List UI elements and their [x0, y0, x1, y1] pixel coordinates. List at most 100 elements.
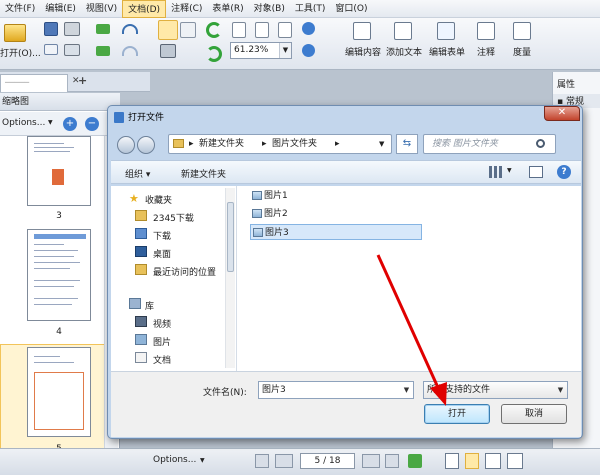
measure-button[interactable]: 度量	[508, 45, 536, 58]
navigation-pane: ★ 收藏夹 2345下载 下载 桌面 最近访问的位置 库 视频 图片 文档	[111, 186, 237, 371]
undo-icon[interactable]	[122, 24, 138, 34]
snapshot-icon[interactable]	[160, 44, 176, 58]
add-text-icon[interactable]	[394, 22, 412, 40]
cancel-button[interactable]: 取消	[501, 404, 567, 424]
zoom-in-thumb-icon[interactable]: +	[63, 117, 77, 131]
first-page-icon[interactable]	[255, 454, 269, 468]
open-file-dialog: 打开文件 ✕ ▸ 新建文件夹 ▸ 图片文件夹 ▸ ▼ ⇆ 搜索 图片文件夹 组织…	[107, 105, 583, 439]
chevron-down-icon[interactable]: ▼	[279, 43, 291, 58]
address-bar[interactable]: ▸ 新建文件夹 ▸ 图片文件夹 ▸ ▼	[168, 134, 392, 154]
zoom-out-thumb-icon[interactable]: −	[85, 117, 99, 131]
zoom-in-icon[interactable]	[302, 22, 315, 35]
nav-item-pictures[interactable]: 图片	[153, 335, 171, 348]
fit-page-icon[interactable]	[255, 22, 269, 38]
edit-form-icon[interactable]	[437, 22, 455, 40]
image-file-icon	[252, 209, 262, 218]
panel-options-chevron-icon[interactable]: ▼	[48, 119, 53, 126]
file-item-selected[interactable]: 图片3	[250, 224, 422, 240]
annotate-icon[interactable]	[477, 22, 495, 40]
nav-item-video[interactable]: 视频	[153, 317, 171, 330]
nav-item-desktop[interactable]: 桌面	[153, 247, 171, 260]
filetype-select[interactable]: 所有支持的文件 ▼	[423, 381, 568, 399]
annotate-button[interactable]: 注释	[472, 45, 500, 58]
open-button[interactable]: 打开	[424, 404, 490, 424]
prev-page-icon[interactable]	[275, 454, 293, 468]
next-page-icon[interactable]	[362, 454, 380, 468]
refresh-button[interactable]: ⇆	[396, 134, 418, 154]
measure-icon[interactable]	[513, 22, 531, 40]
menu-edit[interactable]: 编辑(E)	[40, 0, 81, 18]
nav-forward-button[interactable]	[137, 136, 155, 154]
panel-options-button[interactable]: Options...	[2, 118, 45, 128]
nav-scrollbar[interactable]	[225, 188, 235, 368]
hand-tool-icon[interactable]	[158, 20, 178, 40]
continuous-view-icon[interactable]	[465, 453, 479, 469]
file-item[interactable]: 图片1	[250, 188, 422, 204]
fit-width-icon[interactable]	[278, 22, 292, 38]
menu-file[interactable]: 文件(F)	[0, 0, 40, 18]
view-chevron-icon[interactable]: ▼	[507, 167, 512, 174]
scan-icon[interactable]	[64, 44, 80, 56]
open-button-label[interactable]: 打开(O)...	[0, 46, 41, 59]
nav-scrollbar-thumb[interactable]	[227, 202, 234, 272]
nav-item-2345download[interactable]: 2345下载	[153, 211, 194, 224]
redo-icon[interactable]	[122, 46, 138, 56]
menu-bar: 文件(F) 编辑(E) 视图(V) 文档(D) 注释(C) 表单(R) 对象(B…	[0, 0, 600, 18]
breadcrumb-item[interactable]: 新建文件夹	[199, 135, 244, 153]
page-thumbnail-4[interactable]	[27, 229, 91, 321]
save-icon[interactable]	[44, 22, 58, 36]
nav-back-button[interactable]	[117, 136, 135, 154]
new-folder-button[interactable]: 新建文件夹	[181, 167, 226, 180]
select-text-icon[interactable]	[180, 22, 196, 38]
rotate-left-icon[interactable]	[206, 46, 222, 62]
nav-favorites[interactable]: 收藏夹	[145, 193, 172, 206]
view-options-icon[interactable]	[489, 166, 503, 178]
preview-pane-icon[interactable]	[529, 166, 543, 178]
document-tab[interactable]: ─────	[0, 74, 68, 92]
menu-form[interactable]: 表单(R)	[207, 0, 248, 18]
close-button[interactable]: ✕	[544, 106, 580, 121]
print-icon[interactable]	[64, 22, 80, 36]
edit-form-button[interactable]: 编辑表单	[426, 45, 468, 58]
actual-size-icon[interactable]	[232, 22, 246, 38]
file-item[interactable]: 图片2	[250, 206, 422, 222]
back-arrow-icon[interactable]	[96, 24, 110, 34]
edit-content-icon[interactable]	[353, 22, 371, 40]
address-dropdown-icon[interactable]: ▼	[379, 135, 384, 153]
email-icon[interactable]	[44, 44, 58, 55]
add-tab-icon[interactable]: +	[78, 74, 87, 87]
zoom-out-icon[interactable]	[302, 44, 315, 57]
facing-view-icon[interactable]	[485, 453, 501, 469]
add-text-button[interactable]: 添加文本	[383, 45, 425, 58]
menu-tools[interactable]: 工具(T)	[290, 0, 331, 18]
edit-content-button[interactable]: 编辑内容	[342, 45, 384, 58]
last-page-icon[interactable]	[385, 454, 399, 468]
menu-document[interactable]: 文档(D)	[122, 0, 167, 18]
organize-menu[interactable]: 组织 ▾	[125, 167, 150, 180]
page-number-input[interactable]: 5 / 18	[300, 453, 355, 469]
filename-input[interactable]: 图片3 ▼	[258, 381, 414, 399]
nav-item-documents[interactable]: 文档	[153, 353, 171, 366]
bottom-options-button[interactable]: Options...	[153, 455, 196, 465]
chevron-down-icon[interactable]: ▼	[554, 382, 567, 398]
open-folder-icon[interactable]	[4, 24, 26, 42]
single-page-view-icon[interactable]	[445, 453, 459, 469]
nav-item-recent[interactable]: 最近访问的位置	[153, 265, 216, 278]
chevron-down-icon[interactable]: ▼	[400, 382, 413, 398]
menu-view[interactable]: 视图(V)	[81, 0, 122, 18]
page-thumbnail-3[interactable]	[27, 136, 91, 206]
help-icon[interactable]: ?	[557, 165, 571, 179]
nav-library[interactable]: 库	[145, 299, 154, 312]
bottom-options-chevron-icon[interactable]: ▼	[200, 457, 205, 464]
forward-arrow-icon[interactable]	[96, 46, 110, 56]
history-back-icon[interactable]	[408, 454, 422, 468]
continuous-facing-view-icon[interactable]	[507, 453, 523, 469]
rotate-right-icon[interactable]	[206, 22, 222, 38]
menu-comment[interactable]: 注释(C)	[166, 0, 207, 18]
menu-object[interactable]: 对象(B)	[249, 0, 290, 18]
breadcrumb-item[interactable]: 图片文件夹	[272, 135, 317, 153]
nav-item-downloads[interactable]: 下载	[153, 229, 171, 242]
zoom-select[interactable]: 61.23% ▼	[230, 42, 292, 59]
menu-window[interactable]: 窗口(O)	[330, 0, 372, 18]
page-thumbnail-5[interactable]	[27, 347, 91, 437]
